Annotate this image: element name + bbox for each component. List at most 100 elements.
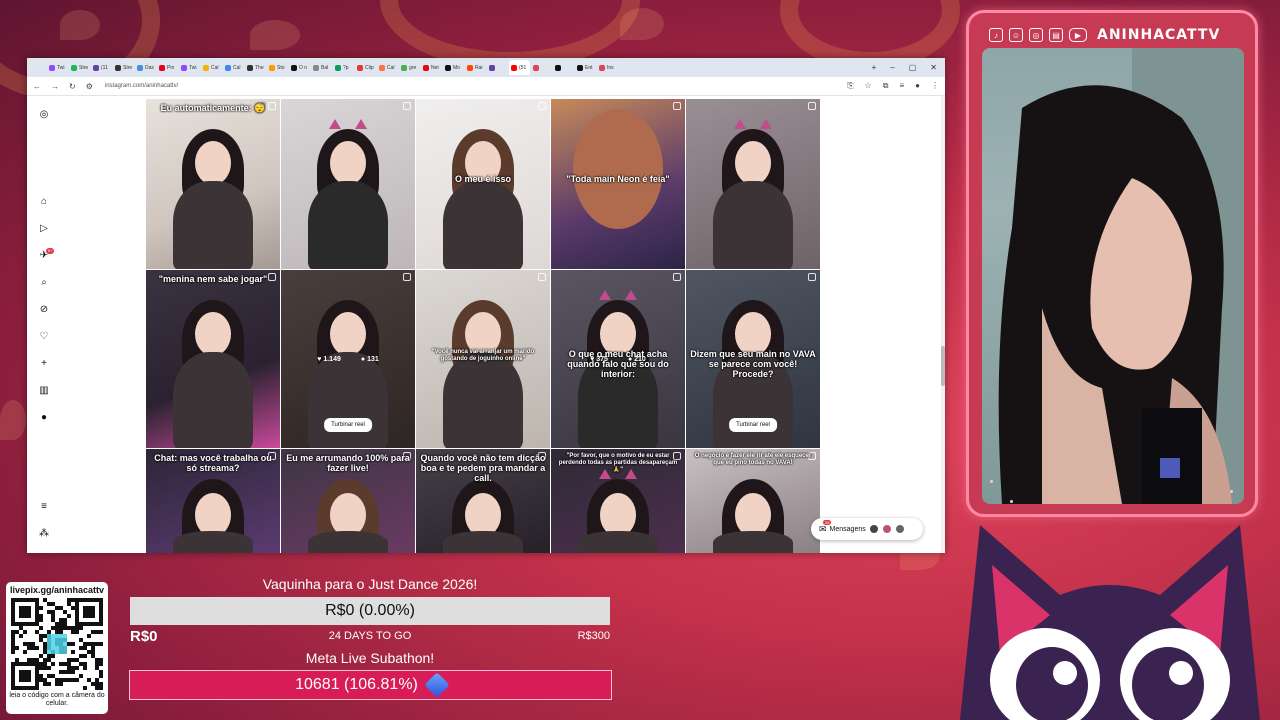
person-face: [195, 312, 231, 356]
post-thumbnail[interactable]: Eu automaticamente: 😴: [146, 99, 280, 269]
browser-tab[interactable]: [487, 60, 508, 75]
new-tab-button[interactable]: +: [872, 63, 877, 72]
browser-tab[interactable]: ?p: [333, 60, 354, 75]
browser-tab[interactable]: Bal: [311, 60, 332, 75]
browser-tab[interactable]: O n: [289, 60, 310, 75]
post-thumbnail[interactable]: O negócio é fazer ele rir até ele esquec…: [686, 449, 820, 553]
post-thumbnail[interactable]: Quando você não tem dicção boa e te pede…: [416, 449, 550, 553]
post-caption: "menina nem sabe jogar": [158, 274, 268, 284]
browser-tab[interactable]: [553, 60, 574, 75]
post-thumbnail[interactable]: "menina nem sabe jogar": [146, 270, 280, 448]
site-info-icon[interactable]: ⚙: [86, 82, 93, 91]
browser-tab[interactable]: (11: [91, 60, 112, 75]
url-field[interactable]: instagram.com/aninhacattv/: [105, 83, 178, 89]
boost-reel-button[interactable]: Turbinar reel: [729, 418, 777, 432]
reload-icon[interactable]: ↻: [69, 82, 76, 91]
browser-tab[interactable]: Sto: [267, 60, 288, 75]
qr-code[interactable]: [11, 598, 103, 690]
close-window-button[interactable]: ✕: [930, 63, 937, 72]
post-thumbnail[interactable]: O meu é isso: [416, 99, 550, 269]
browser-tab[interactable]: gre: [399, 60, 420, 75]
browser-tab[interactable]: Twi: [47, 60, 68, 75]
home-icon[interactable]: ⌂: [38, 196, 50, 208]
search-icon[interactable]: ⌕: [38, 277, 50, 289]
browser-tab[interactable]: Ent: [575, 60, 596, 75]
person-body: [173, 352, 253, 448]
also-from-meta-icon[interactable]: ⁂: [38, 528, 50, 540]
tab-favicon-icon: [335, 64, 341, 71]
discord-icon: ☺: [1009, 28, 1023, 42]
instagram-icon: ◎: [1029, 28, 1043, 42]
browser-tab[interactable]: Stre: [69, 60, 90, 75]
post-thumbnail[interactable]: Dizem que seu main no VAVA se parece com…: [686, 270, 820, 448]
browser-tab[interactable]: Stre: [113, 60, 134, 75]
forward-icon[interactable]: →: [51, 82, 59, 91]
post-thumbnail[interactable]: Eu me arrumando 100% para fazer live!: [281, 449, 415, 553]
person-face: [735, 141, 771, 185]
create-icon[interactable]: +: [38, 358, 50, 370]
restore-button[interactable]: ▢: [909, 63, 917, 72]
reel-icon: [673, 102, 681, 110]
cat-ear-headphone: [760, 119, 772, 129]
messages-pill[interactable]: ✉ 26 Mensagens: [811, 518, 923, 540]
person-face: [330, 312, 366, 356]
browser-tab[interactable]: Mo: [443, 60, 464, 75]
browser-tab[interactable]: Cal: [201, 60, 222, 75]
browser-tab[interactable]: Pin: [157, 60, 178, 75]
minimize-button[interactable]: –: [890, 63, 894, 72]
browser-tab[interactable]: [531, 60, 552, 75]
reels-icon[interactable]: ▷: [38, 223, 50, 235]
goal2-progress-bar: 10681 (106.81%): [129, 670, 612, 700]
instagram-logo-icon[interactable]: ◎: [38, 109, 50, 121]
install-icon[interactable]: ⎘: [847, 81, 853, 91]
browser-tab[interactable]: Clip: [355, 60, 376, 75]
post-caption: O negócio é fazer ele rir até ele esquec…: [694, 453, 812, 466]
browser-tab[interactable]: Cal: [223, 60, 244, 75]
more-menu-icon[interactable]: ≡: [38, 501, 50, 513]
boost-reel-button[interactable]: Turbinar reel: [324, 418, 372, 432]
tab-favicon-icon: [357, 64, 363, 71]
extensions-icon[interactable]: ⧉: [883, 81, 889, 91]
browser-menu-icon[interactable]: ⋮: [931, 81, 939, 91]
profile-icon[interactable]: ●: [915, 81, 920, 91]
reel-icon: [808, 273, 816, 281]
cat-ear-headphone: [734, 119, 746, 129]
tab-favicon-icon: [247, 64, 253, 71]
back-icon[interactable]: ←: [33, 82, 41, 91]
profile-avatar-icon[interactable]: ●: [38, 412, 50, 424]
post-stats: ♥ 375 ● 210: [551, 356, 685, 363]
page-scrollbar[interactable]: [941, 96, 945, 553]
browser-tab[interactable]: Das: [135, 60, 156, 75]
cat-mascot: [960, 525, 1260, 720]
tab-label: Clip: [365, 64, 374, 71]
browser-tab[interactable]: Ins: [597, 60, 618, 75]
notifications-heart-icon[interactable]: ♡: [38, 331, 50, 343]
browser-tab[interactable]: The: [245, 60, 266, 75]
bookmark-star-icon[interactable]: ☆: [865, 81, 872, 91]
qr-caption: leia o código com a câmera do celular.: [9, 692, 105, 707]
browser-tab[interactable]: Net: [421, 60, 442, 75]
post-thumbnail[interactable]: "Toda main Neon é feia": [551, 99, 685, 269]
post-thumbnail[interactable]: Chat: mas você trabalha ou só streama?: [146, 449, 280, 553]
explore-icon[interactable]: ⊘: [38, 304, 50, 316]
browser-tab[interactable]: Twi: [179, 60, 200, 75]
post-thumbnail[interactable]: ♥ 1.149 ● 131 Turbinar reel: [281, 270, 415, 448]
post-thumbnail[interactable]: "Por favor, que o motivo de eu estar per…: [551, 449, 685, 553]
browser-tab[interactable]: (51: [509, 60, 530, 75]
post-thumbnail[interactable]: "Você nunca vai arranjar um marido gosta…: [416, 270, 550, 448]
browser-tab[interactable]: Cal: [377, 60, 398, 75]
post-thumbnail[interactable]: [686, 99, 820, 269]
browser-tab[interactable]: Rai: [465, 60, 486, 75]
tab-favicon-icon: [269, 64, 275, 71]
post-caption: Eu automaticamente: 😴: [160, 103, 266, 113]
dashboard-icon[interactable]: ▥: [38, 385, 50, 397]
livepix-qr-panel: livepix.gg/aninhacattv leia o código com…: [6, 582, 108, 714]
person-body: [443, 352, 523, 448]
post-thumbnail[interactable]: [281, 99, 415, 269]
tiktok-icon: ♪: [989, 28, 1003, 42]
post-thumbnail[interactable]: O que o meu chat acha quando falo que so…: [551, 270, 685, 448]
scrollbar-thumb[interactable]: [941, 346, 945, 386]
person-face: [195, 141, 231, 185]
media-icon[interactable]: ≡: [899, 81, 904, 91]
tab-label: Mo: [453, 64, 460, 71]
